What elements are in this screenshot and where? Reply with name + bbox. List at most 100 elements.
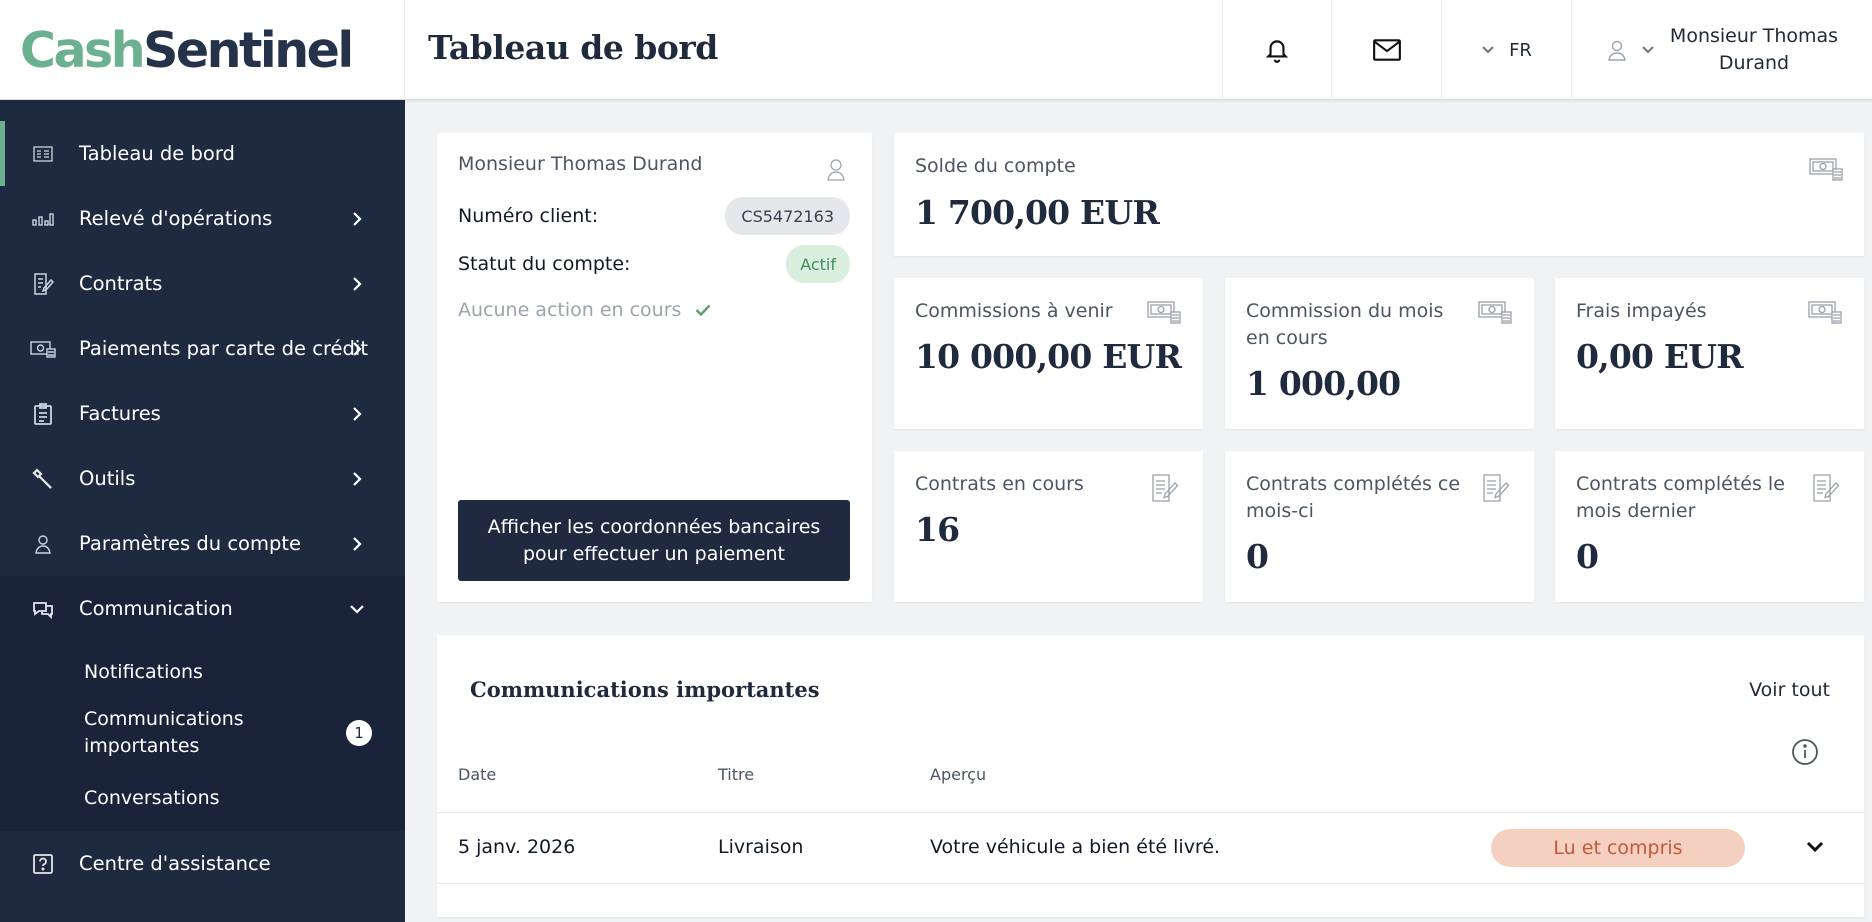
sidebar-item-factures[interactable]: Factures	[0, 381, 405, 446]
stat-value: 0	[1246, 537, 1269, 576]
sidebar-subitem-communications-importantes[interactable]: Communications importantes 1	[0, 695, 405, 771]
sidebar-item-label: Outils	[79, 467, 136, 490]
user-icon	[30, 531, 56, 557]
chevron-down-icon	[1642, 46, 1654, 54]
sidebar-item-parametres[interactable]: Paramètres du compte	[0, 511, 405, 576]
sidebar-item-label: Paiements par carte de crédit	[79, 337, 368, 360]
contracts-month-card: Contrats complétés ce mois-ci 0	[1225, 451, 1534, 602]
tools-icon	[30, 466, 56, 492]
client-number-row: Numéro client: CS5472163	[458, 197, 850, 235]
sidebar-item-paiements[interactable]: Paiements par carte de crédit	[0, 316, 405, 381]
contracts-last-month-card: Contrats complétés le mois dernier 0	[1555, 451, 1864, 602]
stat-title: Frais impayés	[1576, 300, 1707, 322]
customer-name: Monsieur Thomas Durand	[458, 153, 703, 175]
sidebar-item-outils[interactable]: Outils	[0, 446, 405, 511]
messages-button[interactable]	[1331, 0, 1441, 100]
contracts-running-card: Contrats en cours 16	[894, 451, 1203, 602]
show-bank-details-button[interactable]: Afficher les coordonnées bancaires pour …	[458, 500, 850, 581]
row-preview: Votre véhicule a bien été livré.	[930, 836, 1221, 858]
stat-value: 16	[915, 510, 960, 549]
chat-icon	[30, 596, 56, 622]
sidebar-item-label: Factures	[79, 402, 161, 425]
language-label: FR	[1509, 39, 1532, 61]
user-menu[interactable]: Monsieur Thomas Durand	[1571, 0, 1872, 100]
customer-card: Monsieur Thomas Durand Numéro client: CS…	[437, 133, 872, 602]
sidebar-item-label: Paramètres du compte	[79, 532, 301, 555]
sidebar-item-label: Communication	[79, 597, 233, 620]
sidebar-item-dashboard[interactable]: Tableau de bord	[0, 121, 405, 186]
stat-value: 1 000,00	[1246, 364, 1401, 403]
stat-value: 0,00 EUR	[1576, 337, 1744, 376]
upcoming-commissions-card: Commissions à venir 10 000,00 EUR	[894, 278, 1203, 429]
stat-title: Contrats complétés ce mois-ci	[1246, 473, 1461, 522]
page-title: Tableau de bord	[428, 28, 718, 67]
stat-title: Contrats complétés le mois dernier	[1576, 473, 1785, 522]
chevron-down-icon[interactable]	[1806, 838, 1824, 857]
sidebar-item-label: Relevé d'opérations	[79, 207, 273, 230]
sidebar-subitem-notifications[interactable]: Notifications	[0, 641, 405, 695]
top-header: CashSentinel Tableau de bord FR Monsieur…	[0, 0, 1872, 100]
money-icon	[1478, 300, 1512, 328]
contract-icon	[1812, 473, 1840, 507]
notifications-button[interactable]	[1222, 0, 1331, 100]
stat-title: Commissions à venir	[915, 300, 1113, 322]
logo[interactable]: CashSentinel	[20, 21, 354, 79]
chevron-right-icon	[347, 401, 367, 427]
chevron-right-icon	[347, 531, 367, 557]
balance-card: Solde du compte 1 700,00 EUR	[894, 133, 1864, 256]
no-action-text: Aucune action en cours	[458, 299, 682, 321]
account-status-label: Statut du compte:	[458, 253, 631, 275]
view-all-link[interactable]: Voir tout	[1749, 679, 1830, 701]
user-name: Monsieur Thomas Durand	[1669, 25, 1839, 74]
sidebar-item-contrats[interactable]: Contrats	[0, 251, 405, 316]
user-icon	[1608, 40, 1626, 61]
money-icon	[1809, 157, 1843, 185]
sidebar: Tableau de bord Relevé d'opérations Cont…	[0, 100, 405, 922]
chart-icon	[30, 206, 56, 232]
chevron-right-icon	[347, 466, 367, 492]
check-icon	[696, 304, 711, 316]
client-number-badge: CS5472163	[725, 197, 850, 235]
sidebar-item-communication[interactable]: Communication	[0, 576, 405, 641]
sidebar-item-help[interactable]: Centre d'assistance	[0, 831, 405, 896]
chevron-right-icon	[347, 336, 367, 362]
logo-part-sentinel: Sentinel	[143, 21, 354, 79]
chevron-right-icon	[347, 206, 367, 232]
language-selector[interactable]: FR	[1441, 0, 1571, 100]
communication-group: Communication Notifications Communicatio…	[0, 576, 405, 831]
chevron-down-icon	[347, 596, 367, 622]
contract-icon	[30, 271, 56, 297]
credit-card-icon	[30, 336, 56, 362]
invoice-icon	[30, 401, 56, 427]
row-title: Livraison	[718, 836, 804, 858]
info-icon[interactable]	[1791, 738, 1819, 770]
account-status-row: Statut du compte: Actif	[458, 245, 850, 283]
user-icon	[826, 157, 846, 185]
sidebar-subitem-label: Communications importantes	[84, 708, 244, 757]
money-icon	[1147, 300, 1181, 328]
sidebar-item-label: Contrats	[79, 272, 163, 295]
status-badge: Actif	[786, 245, 850, 283]
sidebar-item-label: Tableau de bord	[79, 142, 235, 165]
stat-value: 10 000,00 EUR	[915, 337, 1182, 376]
help-icon	[30, 851, 56, 877]
logo-part-cash: Cash	[20, 21, 146, 79]
unpaid-fees-card: Frais impayés 0,00 EUR	[1555, 278, 1864, 429]
bell-icon	[1265, 40, 1289, 63]
stat-title: Commission du mois en cours	[1246, 300, 1444, 349]
sidebar-subitem-conversations[interactable]: Conversations	[0, 771, 405, 831]
status-badge: Lu et compris	[1491, 829, 1745, 867]
month-commission-card: Commission du mois en cours 1 000,00	[1225, 278, 1534, 429]
sidebar-item-releve[interactable]: Relevé d'opérations	[0, 186, 405, 251]
column-header-title[interactable]: Titre	[718, 765, 754, 784]
logo-container: CashSentinel	[0, 0, 405, 100]
column-header-preview[interactable]: Aperçu	[930, 765, 986, 784]
column-header-date[interactable]: Date	[458, 765, 496, 784]
chevron-right-icon	[347, 271, 367, 297]
no-action-note: Aucune action en cours	[458, 299, 711, 321]
communications-card: Communications importantes Voir tout Dat…	[437, 635, 1864, 917]
sidebar-subitem-label: Notifications	[84, 661, 203, 683]
mail-icon	[1372, 39, 1401, 61]
row-divider	[437, 812, 1864, 813]
client-number-label: Numéro client:	[458, 205, 599, 227]
